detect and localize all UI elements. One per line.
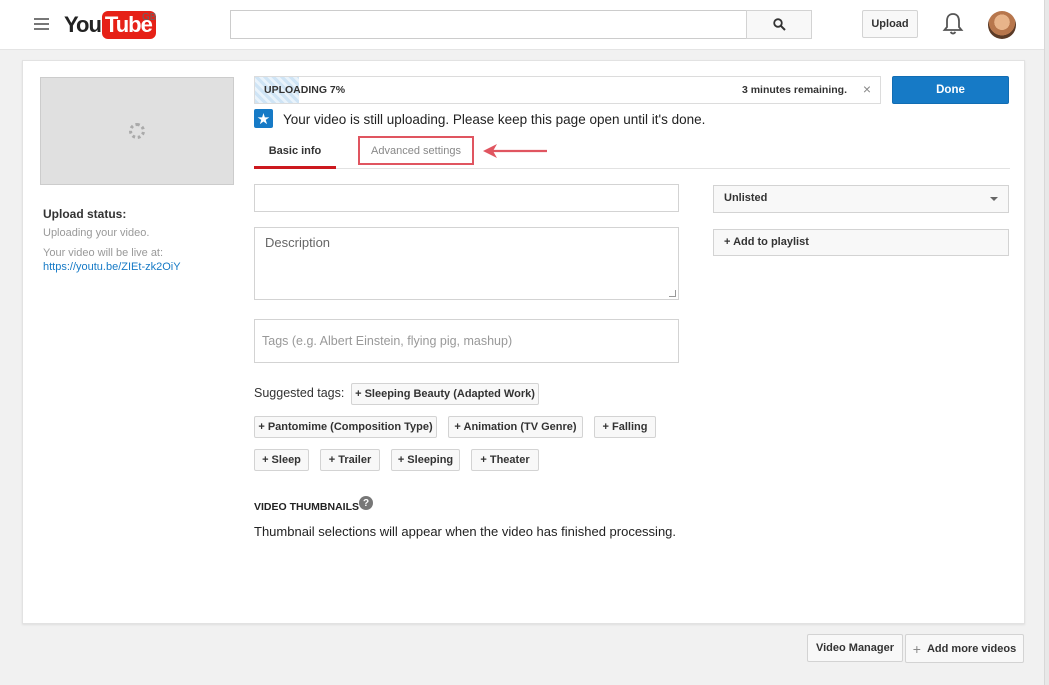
upload-notice-text: Your video is still uploading. Please ke… xyxy=(283,112,706,127)
tab-advanced-settings[interactable]: Advanced settings xyxy=(358,136,474,165)
time-remaining: 3 minutes remaining. xyxy=(741,84,847,96)
done-button[interactable]: Done xyxy=(892,76,1009,104)
info-star-icon: ★ xyxy=(254,109,273,128)
description-placeholder: Description xyxy=(265,235,331,250)
video-url-link[interactable]: https://youtu.be/ZIEt-zk2OiY xyxy=(43,261,181,273)
upload-progress-label: UPLOADING 7% xyxy=(264,84,346,96)
tags-input[interactable]: Tags (e.g. Albert Einstein, flying pig, … xyxy=(254,319,679,363)
loading-spinner-icon xyxy=(129,123,145,139)
video-manager-button[interactable]: Video Manager xyxy=(807,634,903,662)
account-avatar[interactable] xyxy=(988,11,1016,39)
suggested-tag-chip[interactable]: + Sleeping Beauty (Adapted Work) xyxy=(351,383,539,405)
suggested-tag-chip[interactable]: + Falling xyxy=(594,416,656,438)
annotation-arrow-icon xyxy=(483,144,547,158)
add-to-playlist-button[interactable]: + Add to playlist xyxy=(713,229,1009,256)
plus-icon: + xyxy=(912,640,921,657)
title-input[interactable] xyxy=(254,184,679,212)
tags-placeholder: Tags (e.g. Albert Einstein, flying pig, … xyxy=(262,334,513,348)
search-icon xyxy=(772,18,786,31)
suggested-tag-chip[interactable]: + Sleep xyxy=(254,449,309,471)
privacy-dropdown[interactable]: Unlisted xyxy=(713,185,1009,213)
hamburger-menu-icon[interactable] xyxy=(34,18,49,30)
resize-grip-icon[interactable] xyxy=(669,290,676,297)
notifications-bell-icon[interactable] xyxy=(942,12,964,36)
upload-status-text: Uploading your video. xyxy=(43,227,150,239)
suggested-tag-chip[interactable]: + Theater xyxy=(471,449,539,471)
search-button[interactable] xyxy=(746,10,812,39)
add-more-videos-button[interactable]: + Add more videos xyxy=(905,634,1024,663)
suggested-tag-chip[interactable]: + Sleeping xyxy=(391,449,460,471)
logo-you-text: You xyxy=(64,12,102,37)
upload-progress-bar: UPLOADING 7% 3 minutes remaining. × xyxy=(254,76,881,104)
masthead: You Tube GB Upload xyxy=(0,0,1049,50)
help-icon[interactable]: ? xyxy=(359,496,373,510)
search-input[interactable] xyxy=(230,10,747,39)
upload-button[interactable]: Upload xyxy=(862,10,918,38)
region-code: GB xyxy=(142,12,157,23)
suggested-tags-label: Suggested tags: xyxy=(254,386,345,400)
live-at-label: Your video will be live at: xyxy=(43,247,164,259)
video-thumbnail-placeholder xyxy=(40,77,234,185)
cancel-upload-close-icon[interactable]: × xyxy=(863,81,871,97)
tab-basic-info[interactable]: Basic info xyxy=(254,136,336,169)
window-edge xyxy=(1044,0,1049,685)
upload-card: Upload status: Uploading your video. You… xyxy=(22,60,1025,624)
privacy-value: Unlisted xyxy=(724,192,768,204)
add-more-videos-label: Add more videos xyxy=(926,642,1017,655)
suggested-tag-chip[interactable]: + Trailer xyxy=(320,449,380,471)
suggested-tag-chip[interactable]: + Pantomime (Composition Type) xyxy=(254,416,437,438)
video-thumbnails-heading: VIDEO THUMBNAILS xyxy=(254,501,359,513)
description-textarea[interactable]: Description xyxy=(254,227,679,300)
tabs-divider xyxy=(254,168,1010,169)
upload-status-title: Upload status: xyxy=(43,207,127,221)
chevron-down-icon xyxy=(990,197,998,201)
suggested-tag-chip[interactable]: + Animation (TV Genre) xyxy=(448,416,583,438)
thumbnails-info-text: Thumbnail selections will appear when th… xyxy=(254,524,677,539)
